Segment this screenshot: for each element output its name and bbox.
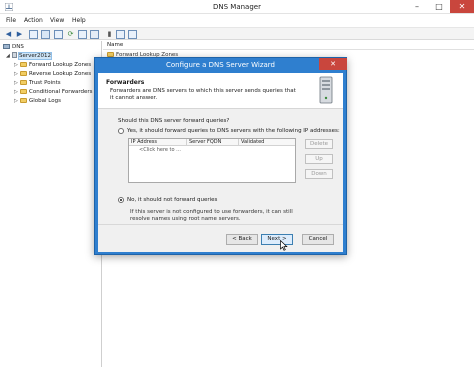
- back-arrow-icon[interactable]: ◀: [4, 30, 13, 39]
- option-yes-label[interactable]: Yes, it should forward queries to DNS se…: [127, 128, 340, 134]
- wizard-header: Forwarders Forwarders are DNS servers to…: [98, 73, 343, 109]
- tree-item-forward-lookup[interactable]: ▷ Forward Lookup Zones: [14, 61, 91, 70]
- folder-icon: [20, 80, 27, 85]
- option-no-label[interactable]: No, it should not forward queries: [127, 197, 217, 203]
- dns-icon: [3, 44, 10, 49]
- column-server-fqdn[interactable]: Server FQDN: [187, 139, 239, 146]
- server-icon[interactable]: ▮: [105, 30, 114, 39]
- console-tree-icon[interactable]: [41, 30, 50, 39]
- minimize-button[interactable]: –: [406, 0, 428, 13]
- title-bar: DNS Manager – □ ✕: [0, 0, 474, 14]
- forward-arrow-icon[interactable]: ▶: [15, 30, 24, 39]
- help-icon[interactable]: [90, 30, 99, 39]
- tree-item-label: Trust Points: [29, 80, 61, 86]
- close-button[interactable]: ✕: [450, 0, 474, 13]
- export-icon[interactable]: [78, 30, 87, 39]
- tree-item-label: Reverse Lookup Zones: [29, 71, 92, 77]
- menu-view[interactable]: View: [50, 17, 64, 24]
- forward-question: Should this DNS server forward queries?: [118, 118, 230, 124]
- menu-help[interactable]: Help: [72, 17, 86, 24]
- maximize-button[interactable]: □: [428, 0, 450, 13]
- grid-header: IP Address Server FQDN Validated: [129, 139, 295, 146]
- back-button[interactable]: < Back: [226, 234, 258, 245]
- server-tower-icon: [319, 76, 333, 104]
- tree-item-dns[interactable]: DNS: [3, 43, 24, 52]
- column-ip-address[interactable]: IP Address: [129, 139, 187, 146]
- tree-item-reverse-lookup[interactable]: ▷ Reverse Lookup Zones: [14, 70, 91, 79]
- mouse-cursor-icon: [280, 240, 288, 251]
- refresh-icon[interactable]: ⟳: [66, 30, 75, 39]
- tree-item-label: Forward Lookup Zones: [29, 62, 92, 68]
- folder-icon: [20, 89, 27, 94]
- up-button[interactable]: Up: [305, 154, 333, 164]
- wizard-heading: Forwarders: [106, 79, 145, 86]
- radio-yes-forward[interactable]: [118, 128, 124, 134]
- folder-icon: [20, 62, 27, 67]
- cancel-button[interactable]: Cancel: [302, 234, 334, 245]
- tree-item-global-logs[interactable]: ▷ Global Logs: [14, 97, 61, 106]
- dns-server-wizard: Configure a DNS Server Wizard ✕ Forwarde…: [94, 57, 347, 255]
- server-icon: [12, 52, 17, 58]
- console-tree: DNS ◢ Server2012 ▷ Forward Lookup Zones ▷ R…: [0, 41, 102, 367]
- column-header-name[interactable]: Name: [103, 41, 474, 50]
- menu-file[interactable]: File: [6, 17, 16, 24]
- wizard-body: Forwarders Forwarders are DNS servers to…: [98, 73, 343, 252]
- tree-item-server[interactable]: ◢ Server2012: [6, 52, 53, 61]
- tree-item-label: Server2012: [17, 52, 53, 60]
- folder-icon: [20, 71, 27, 76]
- tree-item-label: Conditional Forwarders: [29, 89, 93, 95]
- column-validated[interactable]: Validated: [239, 139, 295, 146]
- folder-up-icon[interactable]: [29, 30, 38, 39]
- forwarders-grid[interactable]: IP Address Server FQDN Validated <Click …: [128, 138, 296, 183]
- tree-item-conditional-forwarders[interactable]: ▷ Conditional Forwarders: [14, 88, 93, 97]
- tree-item-label: DNS: [12, 44, 24, 50]
- record-alt-icon[interactable]: [128, 30, 137, 39]
- down-button[interactable]: Down: [305, 169, 333, 179]
- record-icon[interactable]: [116, 30, 125, 39]
- folder-icon: [20, 98, 27, 103]
- wizard-footer: < Back Next > Cancel: [98, 224, 343, 252]
- tree-item-trust-points[interactable]: ▷ Trust Points: [14, 79, 61, 88]
- properties-icon[interactable]: [54, 30, 63, 39]
- wizard-close-button[interactable]: ✕: [319, 58, 347, 70]
- wizard-title: Configure a DNS Server Wizard: [165, 61, 276, 69]
- toolbar: ◀ ▶ ⟳ ▮: [0, 27, 474, 40]
- window-title: DNS Manager: [213, 3, 261, 11]
- radio-no-forward[interactable]: [118, 197, 124, 203]
- menu-action[interactable]: Action: [24, 17, 43, 24]
- wizard-description: Forwarders are DNS servers to which this…: [110, 88, 296, 101]
- menu-bar: File Action View Help: [0, 15, 474, 26]
- tree-item-label: Global Logs: [29, 98, 61, 104]
- no-forwarders-note: If this server is not configured to use …: [130, 209, 293, 222]
- next-button[interactable]: Next >: [261, 234, 293, 245]
- delete-button[interactable]: Delete: [305, 139, 333, 149]
- grid-placeholder-row[interactable]: <Click here to ...: [129, 147, 295, 154]
